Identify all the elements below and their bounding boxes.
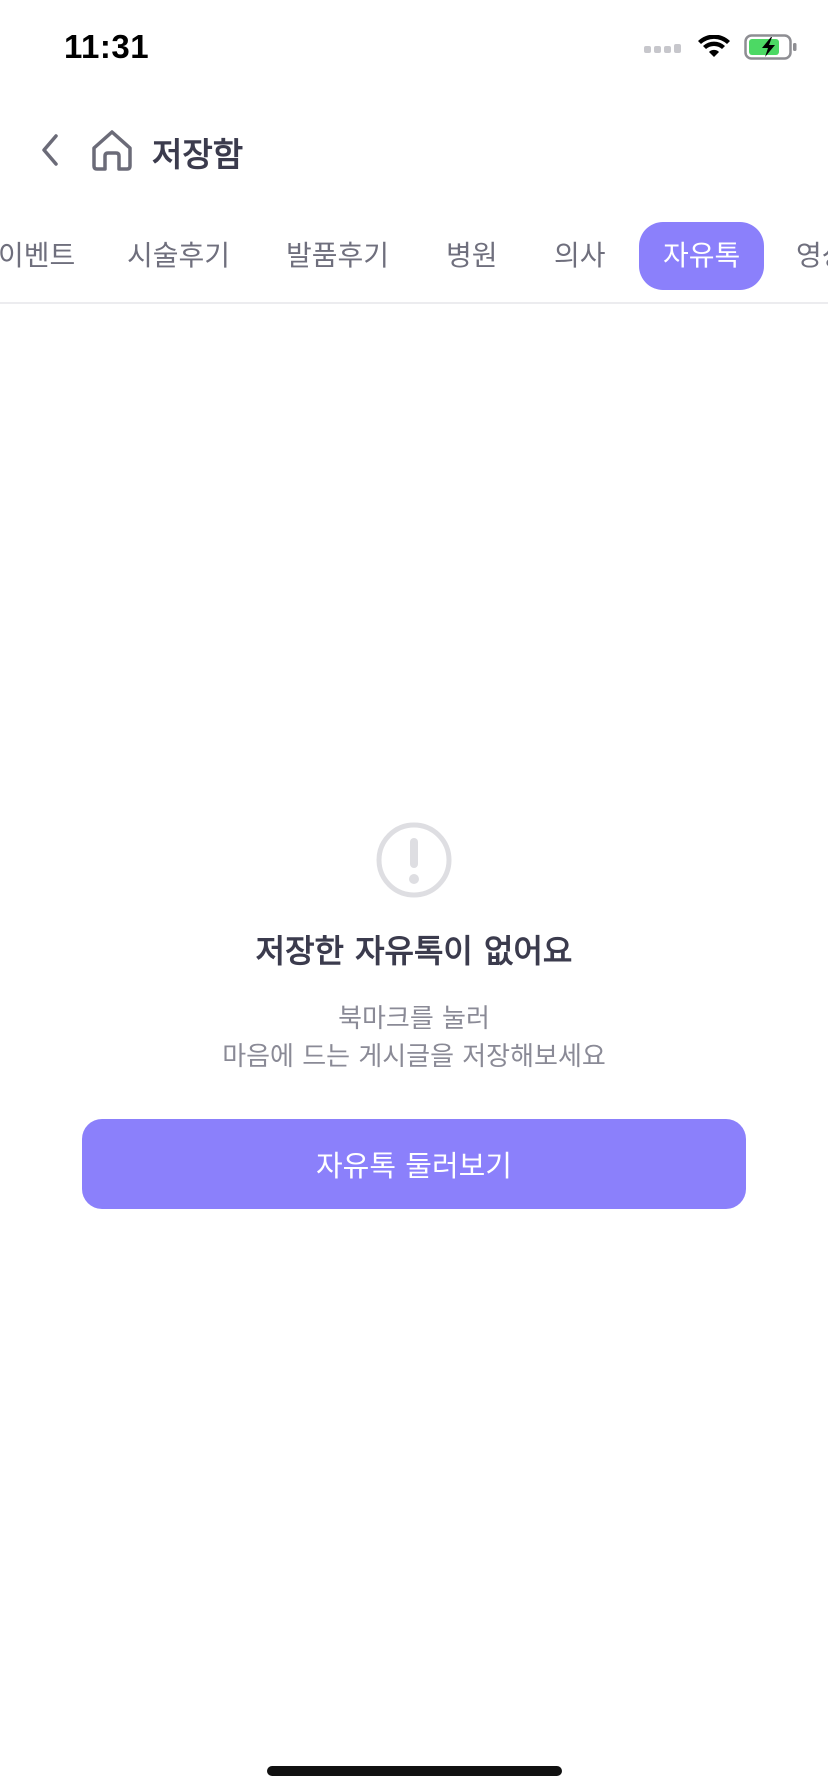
wifi-icon [698, 35, 730, 57]
home-button[interactable] [88, 126, 136, 174]
empty-description-line-2: 마음에 드는 게시글을 저장해보세요 [222, 1042, 606, 1072]
tab-hospital[interactable]: 병원 [446, 222, 498, 290]
exclamation-circle-icon [376, 822, 452, 898]
page-title: 저장함 [152, 135, 244, 174]
home-icon [92, 130, 132, 171]
header: 저장함 [0, 110, 828, 190]
status-icons [644, 34, 798, 60]
tab-event[interactable]: 이벤트 [0, 222, 75, 290]
home-indicator [267, 1766, 562, 1776]
tab-legwork-review[interactable]: 발품후기 [286, 222, 389, 290]
battery-charging-icon [744, 34, 797, 60]
signal-icon [644, 44, 681, 53]
back-button[interactable] [30, 128, 70, 172]
status-time: 11:31 [64, 28, 150, 65]
category-tabs: 이벤트 시술후기 발품후기 병원 의사 자유톡 영상 [0, 220, 828, 304]
status-bar: 11:31 [0, 0, 828, 100]
tab-video[interactable]: 영상 [796, 222, 828, 290]
tab-procedure-review[interactable]: 시술후기 [127, 222, 230, 290]
tab-doctor[interactable]: 의사 [554, 222, 606, 290]
chevron-left-icon [42, 134, 58, 166]
empty-description-line-1: 북마크를 눌러 [338, 1004, 490, 1034]
empty-description: 북마크를 눌러 마음에 드는 게시글을 저장해보세요 [0, 1000, 828, 1076]
tab-free-talk[interactable]: 자유톡 [639, 222, 765, 290]
browse-free-talk-button[interactable]: 자유톡 둘러보기 [82, 1119, 746, 1209]
empty-title: 저장한 자유톡이 없어요 [255, 932, 573, 970]
